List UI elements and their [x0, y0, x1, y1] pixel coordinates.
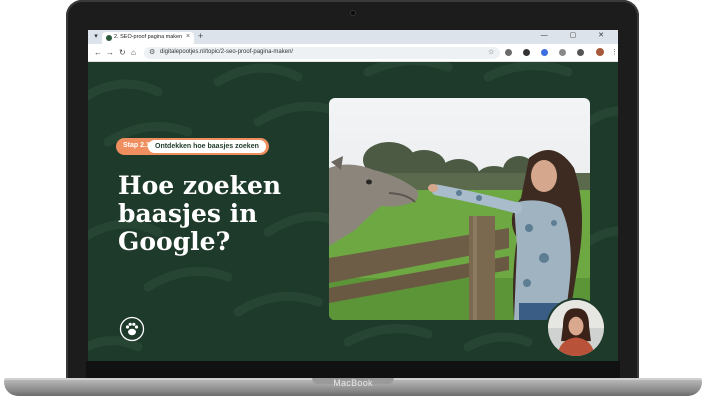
laptop-chin — [86, 361, 620, 378]
toolbar-icons: ☆ ⋮ — [488, 48, 618, 57]
laptop-screen: ▾ 2. SEO-proof pagina maken – D × + — ▢ … — [88, 30, 618, 361]
new-tab-icon[interactable]: + — [198, 31, 203, 42]
more-menu-icon[interactable]: ⋮ — [611, 49, 618, 56]
slide-headline: Hoe zoeken baasjes in Google? — [118, 171, 282, 256]
tab-title: 2. SEO-proof pagina maken – D — [114, 34, 182, 40]
site-info-icon[interactable]: ⚙ — [149, 48, 155, 56]
presenter-webcam — [546, 298, 606, 358]
step-badge: Stap 2.1 Ontdekken hoe baasjes zoeken — [116, 138, 269, 155]
paw-logo-icon — [119, 316, 145, 342]
browser-tab-strip: ▾ 2. SEO-proof pagina maken – D × + — ▢ … — [88, 30, 618, 44]
address-bar[interactable]: ⚙ digitalepootjes.nl/topic/2-seo-proof-p… — [144, 47, 500, 59]
course-slide: Stap 2.1 Ontdekken hoe baasjes zoeken Ho… — [88, 62, 618, 361]
window-controls[interactable]: — ▢ ✕ — [541, 31, 614, 39]
favicon-icon — [106, 35, 112, 41]
forward-icon[interactable]: → — [106, 48, 114, 58]
step-title: Ontdekken hoe baasjes zoeken — [148, 140, 266, 153]
step-number: Stap 2.1 — [123, 142, 150, 149]
bookmark-star-icon[interactable]: ☆ — [488, 49, 494, 56]
puzzle-icon[interactable] — [577, 48, 585, 56]
back-icon[interactable]: ← — [94, 48, 102, 58]
browser-toolbar: ← → ↻ ⌂ ⚙ digitalepootjes.nl/topic/2-seo… — [88, 44, 618, 62]
tab-search-icon[interactable]: ▾ — [91, 32, 101, 42]
home-icon[interactable]: ⌂ — [131, 48, 136, 58]
tab-close-icon[interactable]: × — [186, 33, 190, 40]
url-text[interactable]: digitalepootjes.nl/topic/2-seo-proof-pag… — [160, 49, 293, 55]
extension-icon[interactable] — [559, 48, 567, 56]
slide-photo — [329, 98, 590, 320]
laptop-brand-label: MacBook — [333, 378, 373, 388]
extension-icon[interactable] — [505, 48, 513, 56]
laptop-camera — [350, 10, 356, 16]
reload-icon[interactable]: ↻ — [119, 48, 126, 58]
browser-tab[interactable]: 2. SEO-proof pagina maken – D × — [102, 32, 194, 44]
extension-icon[interactable] — [541, 48, 549, 56]
profile-avatar[interactable] — [596, 48, 604, 57]
extension-icon[interactable] — [523, 48, 531, 56]
